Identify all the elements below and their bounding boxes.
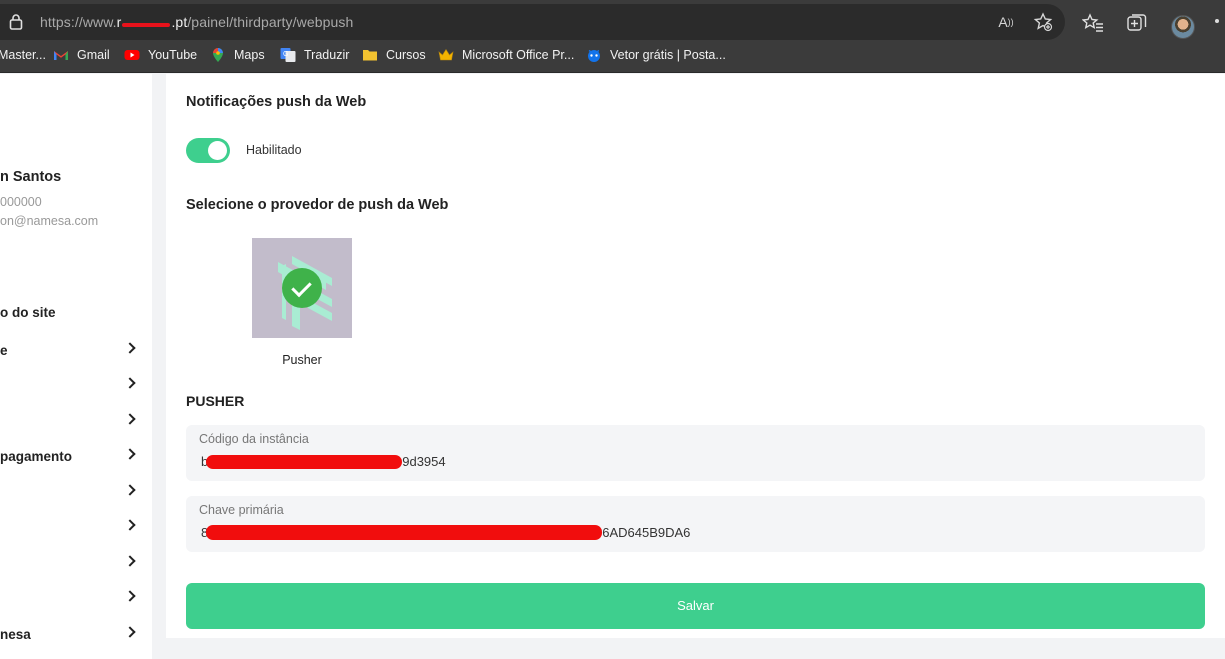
pusher-heading: PUSHER xyxy=(186,393,245,409)
bookmark-master[interactable]: Master... xyxy=(0,44,46,66)
selected-check-icon xyxy=(282,268,322,308)
sidebar-item-2[interactable] xyxy=(0,376,140,396)
bookmark-label: Microsoft Office Pr... xyxy=(462,48,575,62)
sidebar-item-label: nesa xyxy=(0,627,31,642)
url-text[interactable]: https://www.r .pt/painel/thirdparty/webpu… xyxy=(40,14,353,30)
sidebar-item-7[interactable] xyxy=(0,554,140,574)
folder-icon xyxy=(363,50,377,61)
address-bar[interactable]: https://www.r .pt/painel/thirdparty/webpu… xyxy=(0,4,1065,40)
sidebar-item-5[interactable] xyxy=(0,483,140,503)
primary-key-field[interactable]: Chave primária 8 6AD645B9DA6 xyxy=(186,496,1205,552)
more-icon[interactable] xyxy=(1215,19,1219,23)
value-end: 9d3954 xyxy=(402,454,446,469)
url-redaction xyxy=(122,23,171,28)
bookmark-label: Maps xyxy=(234,48,265,62)
bookmark-gmail[interactable]: Gmail xyxy=(53,44,110,66)
collections-icon[interactable] xyxy=(1126,12,1148,34)
crown-icon xyxy=(438,48,454,61)
chevron-right-icon xyxy=(124,519,136,531)
toggle-label: Habilitado xyxy=(246,143,302,157)
sidebar-item-label: pagamento xyxy=(0,449,73,464)
url-path: /painel/thirdparty/webpush xyxy=(187,14,354,30)
bookmark-label: Cursos xyxy=(386,48,426,62)
lock-icon[interactable] xyxy=(9,13,23,31)
url-host: r xyxy=(116,14,122,30)
browser-chrome: https://www.r .pt/painel/thirdparty/webpu… xyxy=(0,0,1225,73)
gmail-icon xyxy=(54,51,68,60)
chevron-right-icon xyxy=(124,555,136,567)
bookmarks-bar: Master... Gmail YouTube Maps G Traduzir … xyxy=(0,44,1225,66)
instance-id-field[interactable]: Código da instância b 9d3954 xyxy=(186,425,1205,481)
bookmark-translate[interactable]: G Traduzir xyxy=(280,44,349,66)
bookmark-label: Vetor grátis | Posta... xyxy=(610,48,726,62)
favorite-add-icon[interactable] xyxy=(1033,12,1053,32)
sidebar-item-label: e xyxy=(0,343,8,358)
sidebar-section-title: o do site xyxy=(0,305,56,320)
url-suffix: .pt xyxy=(171,14,188,30)
read-aloud-icon[interactable]: A)) xyxy=(996,12,1016,32)
enable-toggle[interactable] xyxy=(186,138,230,163)
url-prefix: https://www. xyxy=(40,14,117,30)
bookmark-cursos[interactable]: Cursos xyxy=(362,44,426,66)
sidebar-item-pagamento[interactable]: pagamento xyxy=(0,447,140,467)
user-email: on@namesa.com xyxy=(0,214,99,228)
page-title: Notificações push da Web xyxy=(186,94,367,110)
address-row: https://www.r .pt/painel/thirdparty/webpu… xyxy=(0,4,1225,40)
chevron-right-icon xyxy=(124,448,136,460)
field-value[interactable]: 8 6AD645B9DA6 xyxy=(201,525,690,540)
chevron-right-icon xyxy=(124,377,136,389)
field-label: Chave primária xyxy=(199,503,284,517)
sidebar-item-1[interactable]: e xyxy=(0,341,140,361)
sidebar: n Santos 000000 on@namesa.com o do site … xyxy=(0,74,152,659)
save-button[interactable]: Salvar xyxy=(186,583,1205,629)
profile-avatar[interactable] xyxy=(1171,15,1195,39)
provider-name: Pusher xyxy=(282,353,322,367)
redaction-mark xyxy=(206,525,603,540)
bookmark-office[interactable]: Microsoft Office Pr... xyxy=(438,44,574,66)
chevron-right-icon xyxy=(124,484,136,496)
provider-section-title: Selecione o provedor de push da Web xyxy=(186,197,449,213)
freepik-icon xyxy=(588,49,600,62)
sidebar-item-nesa[interactable]: nesa xyxy=(0,625,140,645)
bookmark-label: YouTube xyxy=(148,48,198,62)
translate-icon: G xyxy=(280,48,296,62)
toggle-knob xyxy=(208,141,227,160)
chevron-right-icon xyxy=(124,626,136,638)
youtube-icon xyxy=(124,50,140,60)
chevron-right-icon xyxy=(124,342,136,354)
sidebar-item-3[interactable] xyxy=(0,412,140,432)
provider-option-pusher[interactable] xyxy=(252,238,352,338)
maps-icon xyxy=(213,48,223,62)
redaction-mark xyxy=(206,454,403,469)
field-label: Código da instância xyxy=(199,432,309,446)
bookmark-label: Gmail xyxy=(77,48,110,62)
chevron-right-icon xyxy=(124,590,136,602)
bookmark-label: Master... xyxy=(0,48,46,62)
field-value[interactable]: b 9d3954 xyxy=(201,454,446,469)
favorites-icon[interactable] xyxy=(1082,12,1104,34)
user-phone: 000000 xyxy=(0,195,42,209)
chevron-right-icon xyxy=(124,413,136,425)
bookmark-label: Traduzir xyxy=(304,48,350,62)
bookmark-maps[interactable]: Maps xyxy=(210,44,265,66)
sidebar-item-8[interactable] xyxy=(0,589,140,609)
user-name: n Santos xyxy=(0,169,62,185)
bookmark-freepik[interactable]: Vetor grátis | Posta... xyxy=(586,44,726,66)
bookmark-youtube[interactable]: YouTube xyxy=(124,44,197,66)
value-end: 6AD645B9DA6 xyxy=(602,525,691,540)
svg-text:G: G xyxy=(283,51,288,58)
sidebar-item-6[interactable] xyxy=(0,518,140,538)
